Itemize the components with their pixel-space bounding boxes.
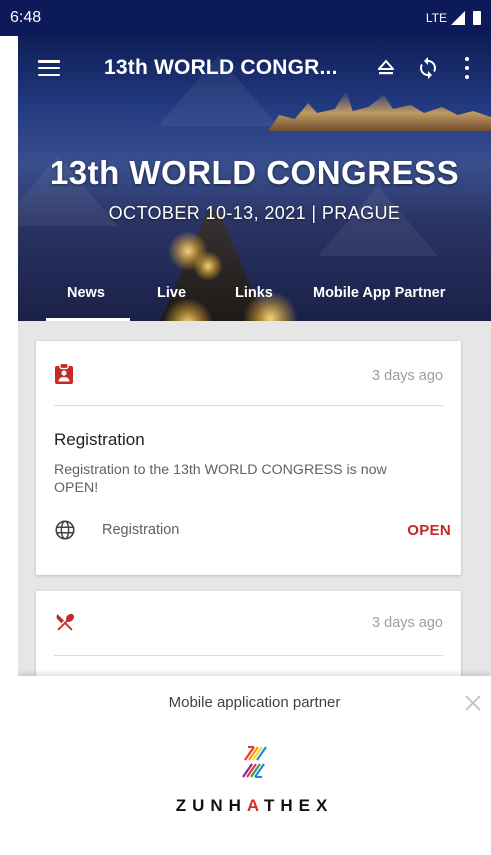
logo-text-accent: A	[246, 796, 264, 815]
sync-icon[interactable]	[416, 56, 440, 80]
tab-bar: News Live Links Mobile App Partner	[18, 280, 491, 321]
close-icon[interactable]	[464, 694, 482, 712]
fork-knife-icon	[56, 613, 75, 631]
tab-news[interactable]: News	[67, 285, 105, 301]
battery-icon	[473, 11, 481, 25]
network-label: LTE	[425, 11, 447, 25]
logo-text-part: THEX	[263, 796, 334, 815]
card-timestamp: 3 days ago	[372, 368, 443, 384]
card-title: Registration	[54, 430, 145, 449]
app-bar: 13th WORLD CONGR...	[18, 36, 491, 100]
active-tab-indicator	[46, 318, 130, 321]
tab-mobile-app-partner[interactable]: Mobile App Partner	[313, 285, 445, 301]
status-bar: 6:48 LTE	[0, 0, 491, 36]
banner-title: Mobile application partner	[168, 694, 341, 711]
card-divider	[54, 655, 443, 656]
globe-icon	[55, 520, 75, 540]
partner-banner: Mobile application partner ZUNHATHEX	[18, 676, 491, 855]
signal-icon	[451, 11, 465, 25]
partner-logo-text[interactable]: ZUNHATHEX	[18, 796, 491, 816]
light-glow	[193, 251, 223, 281]
menu-icon[interactable]	[38, 60, 60, 76]
tab-links[interactable]: Links	[235, 285, 273, 301]
eject-icon[interactable]	[378, 59, 394, 77]
status-icons: LTE	[426, 11, 481, 25]
card-text: Registration to the 13th WORLD CONGRESS …	[54, 462, 387, 496]
card-timestamp: 3 days ago	[372, 615, 443, 631]
more-options-icon[interactable]	[464, 57, 470, 79]
zunhathex-logo-icon	[242, 746, 267, 778]
open-button[interactable]: OPEN	[407, 522, 451, 539]
status-time: 6:48	[10, 9, 42, 26]
app-title: 13th WORLD CONGR...	[104, 56, 338, 79]
logo-text-part: ZUNH	[175, 796, 247, 815]
clipboard-person-icon	[55, 363, 73, 384]
app-screen: 13th WORLD CONGR... 13th WORLD CONGRESS …	[18, 36, 491, 855]
card-divider	[54, 405, 443, 406]
news-card[interactable]: 3 days ago Registration Registration to …	[36, 341, 461, 575]
hero-header: 13th WORLD CONGR... 13th WORLD CONGRESS …	[18, 36, 491, 321]
hero-subtitle: OCTOBER 10-13, 2021 | PRAGUE	[108, 203, 401, 223]
hero-title: 13th WORLD CONGRESS	[49, 154, 460, 191]
tab-live[interactable]: Live	[157, 285, 186, 301]
card-link-label[interactable]: Registration	[102, 522, 179, 538]
